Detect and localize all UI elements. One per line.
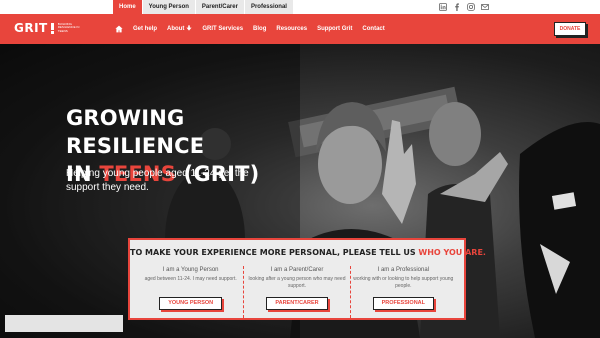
- audience-tabs: Home Young Person Parent/Carer Professio…: [113, 0, 294, 14]
- tab-young-person[interactable]: Young Person: [142, 0, 195, 14]
- parent-carer-button[interactable]: PARENT/CARER: [266, 297, 328, 310]
- professional-button[interactable]: PROFESSIONAL: [372, 297, 435, 310]
- nav-blog[interactable]: Blog: [253, 26, 266, 32]
- chevron-down-icon: [186, 25, 192, 33]
- tab-home[interactable]: Home: [113, 0, 142, 14]
- nav-about-label: About: [167, 26, 185, 32]
- cookie-strip: [5, 315, 123, 332]
- donate-button[interactable]: DONATE: [554, 22, 586, 36]
- facebook-icon[interactable]: [453, 3, 461, 11]
- primary-nav: Get help About GRIT Services Blog Resour…: [115, 14, 395, 44]
- option-description: looking after a young person who may nee…: [248, 276, 346, 289]
- logo-wordmark: GRIT: [14, 21, 48, 35]
- audience-options: I am a Young Person aged between 11-24. …: [138, 266, 456, 318]
- main-navbar: GRIT Building resilience in teens Get he…: [0, 14, 600, 44]
- option-title: I am a Parent/Carer: [270, 267, 324, 273]
- panel-heading: TO MAKE YOUR EXPERIENCE MORE PERSONAL, P…: [130, 248, 486, 257]
- option-description: aged between 11-24. I may need support.: [144, 276, 237, 282]
- hero-subtitle: Helping young people aged 11-24 get the …: [66, 168, 249, 193]
- young-person-button[interactable]: YOUNG PERSON: [159, 297, 223, 310]
- logo-exclamation-icon: [50, 22, 55, 34]
- nav-get-help[interactable]: Get help: [133, 26, 157, 32]
- social-links: [439, 3, 489, 11]
- hero-title-line1: GROWING RESILIENCE: [66, 106, 205, 158]
- nav-contact[interactable]: Contact: [362, 26, 384, 32]
- instagram-icon[interactable]: [467, 3, 475, 11]
- option-title: I am a Young Person: [162, 267, 219, 273]
- option-title: I am a Professional: [377, 267, 429, 273]
- nav-support-grit[interactable]: Support Grit: [317, 26, 352, 32]
- nav-resources[interactable]: Resources: [276, 26, 307, 32]
- nav-about[interactable]: About: [167, 25, 192, 33]
- option-young-person: I am a Young Person aged between 11-24. …: [138, 266, 243, 318]
- nav-grit-services[interactable]: GRIT Services: [202, 26, 243, 32]
- tab-parent-carer[interactable]: Parent/Carer: [195, 0, 244, 14]
- email-icon[interactable]: [481, 3, 489, 11]
- linkedin-icon[interactable]: [439, 3, 447, 11]
- panel-heading-text: TO MAKE YOUR EXPERIENCE MORE PERSONAL, P…: [130, 248, 419, 257]
- panel-heading-accent: WHO YOU ARE.: [418, 248, 486, 257]
- grit-logo[interactable]: GRIT Building resilience in teens: [14, 21, 80, 35]
- audience-selector-panel: TO MAKE YOUR EXPERIENCE MORE PERSONAL, P…: [128, 238, 486, 320]
- option-professional: I am a Professional working with or look…: [349, 266, 456, 318]
- option-parent-carer: I am a Parent/Carer looking after a youn…: [243, 266, 349, 318]
- tab-professional[interactable]: Professional: [244, 0, 293, 14]
- option-description: working with or looking to help support …: [353, 276, 454, 289]
- logo-tagline: Building resilience in teens: [57, 21, 80, 33]
- home-icon[interactable]: [115, 25, 123, 33]
- top-utility-bar: Home Young Person Parent/Carer Professio…: [0, 0, 600, 14]
